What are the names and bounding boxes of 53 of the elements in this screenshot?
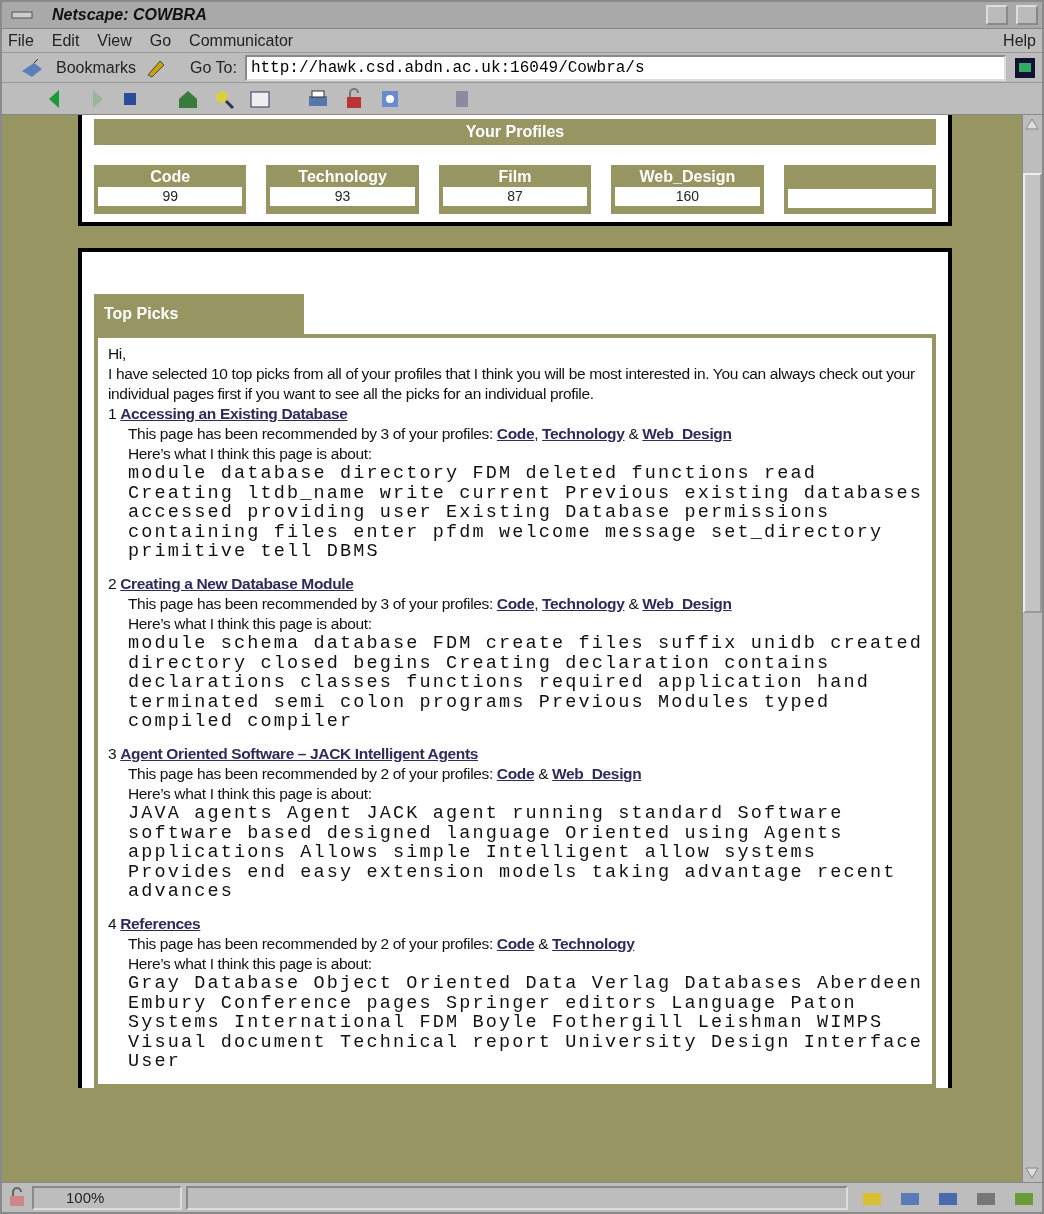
menu-item[interactable]: Go bbox=[149, 28, 172, 53]
pick-title-link[interactable]: Agent Oriented Software – JACK Intelligent Agents bbox=[120, 744, 478, 762]
recommendation-text: This page has been recommended by 2 of your profiles: Code & Web_Design bbox=[128, 763, 643, 784]
profile-score: 87 bbox=[442, 187, 588, 206]
maximize-button[interactable] bbox=[1016, 5, 1038, 25]
keywords-text: Gray Database Object Oriented Data Verlag Databases Aberdeen Embury Conference pages Springer editors Language Paton Systems International FDM Boyle Fothergill Leishman WIMPS Visual document Technical report University Design Interface User bbox=[128, 973, 924, 1072]
bookmarks-button[interactable]: Bookmarks bbox=[56, 55, 137, 80]
keywords-text: module database directory FDM deleted functions read Creating ltdb_name write current Previous existing databases accessed providing user Existing Database permissions containing files enter pfdm welcome message set_directory primitive tell DBMS bbox=[128, 464, 924, 562]
profile-link[interactable]: Web_Design bbox=[552, 764, 642, 782]
recommendation-text: This page has been recommended by 3 of your profiles: Code, Technology & Web_Design bbox=[128, 593, 733, 614]
profile-link[interactable]: Code bbox=[496, 934, 535, 952]
profiles-header: Your Profiles bbox=[94, 119, 936, 145]
profile-link[interactable]: Technology bbox=[542, 594, 625, 612]
profile-link[interactable]: Technology bbox=[552, 934, 635, 952]
pick-number: 1 bbox=[108, 405, 117, 422]
goto-label: Go To: bbox=[190, 57, 237, 78]
intro-text: I have selected 10 top picks from all of your profiles that I think you will be most interested in. You can always check out your individual pages first if you want to see all the picks for an individual profile. bbox=[108, 364, 916, 404]
keywords-text: module schema database FDM create files suffix unidb created directory closed begins Creating declaration contains declarations classes functions required application hand terminated semi colon programs Previous Modules typed compiled compiler bbox=[128, 633, 924, 732]
menu-item[interactable]: Edit bbox=[51, 28, 80, 53]
recommendation-text: This page has been recommended by 2 of your profiles: Code & Technology bbox=[128, 933, 636, 954]
profile-name: Web_Design bbox=[638, 167, 737, 187]
profile-link[interactable]: Web_Design bbox=[642, 425, 732, 442]
recommendation-text: This page has been recommended by 3 of your profiles: Code, Technology & Web_Design bbox=[128, 424, 733, 444]
profile-score: 93 bbox=[270, 187, 415, 206]
pick-number: 4 bbox=[108, 914, 117, 932]
profile-score: 99 bbox=[98, 187, 243, 206]
about-label: Here’s what I think this page is about: bbox=[128, 613, 373, 634]
pick-number: 2 bbox=[108, 574, 117, 592]
pick-number: 3 bbox=[108, 744, 117, 762]
window-title: Netscape: COWBRA bbox=[51, 5, 208, 25]
menu-item[interactable]: View bbox=[97, 28, 132, 53]
profile-name: Film bbox=[497, 167, 533, 187]
zoom-level: 100% bbox=[32, 1185, 182, 1210]
minimize-button[interactable] bbox=[986, 5, 1008, 25]
about-label: Here’s what I think this page is about: bbox=[128, 953, 373, 974]
menu-item[interactable]: Communicator bbox=[189, 28, 294, 53]
netscape-logo-icon bbox=[1014, 56, 1036, 79]
keywords-text: JAVA agents Agent JACK agent running standard Software software based designed language Oriented using Agents applications Allows simple Intelligent allow systems Provides end easy extension models taking advantage recent advances bbox=[128, 803, 897, 902]
pick-title-link[interactable]: References bbox=[120, 914, 201, 932]
profile-link[interactable]: Code bbox=[496, 764, 535, 782]
profile-name: Technology bbox=[297, 167, 388, 187]
profile-link[interactable]: Web_Design bbox=[642, 594, 732, 612]
profile-link[interactable]: Technology bbox=[542, 425, 625, 442]
pick-title-link[interactable]: Accessing an Existing Database bbox=[120, 405, 348, 422]
profile-name: Code bbox=[149, 167, 192, 187]
pick-title-link[interactable]: Creating a New Database Module bbox=[120, 574, 354, 592]
help-menu[interactable]: Help bbox=[1003, 28, 1036, 53]
about-label: Here’s what I think this page is about: bbox=[128, 444, 373, 464]
url-field[interactable]: http://hawk.csd.abdn.ac.uk:16049/Cowbra/s bbox=[244, 54, 1006, 81]
about-label: Here’s what I think this page is about: bbox=[128, 783, 373, 804]
menu-item[interactable]: File bbox=[8, 28, 34, 53]
profile-score: 160 bbox=[615, 187, 760, 206]
greeting-text: Hi, bbox=[108, 344, 127, 364]
